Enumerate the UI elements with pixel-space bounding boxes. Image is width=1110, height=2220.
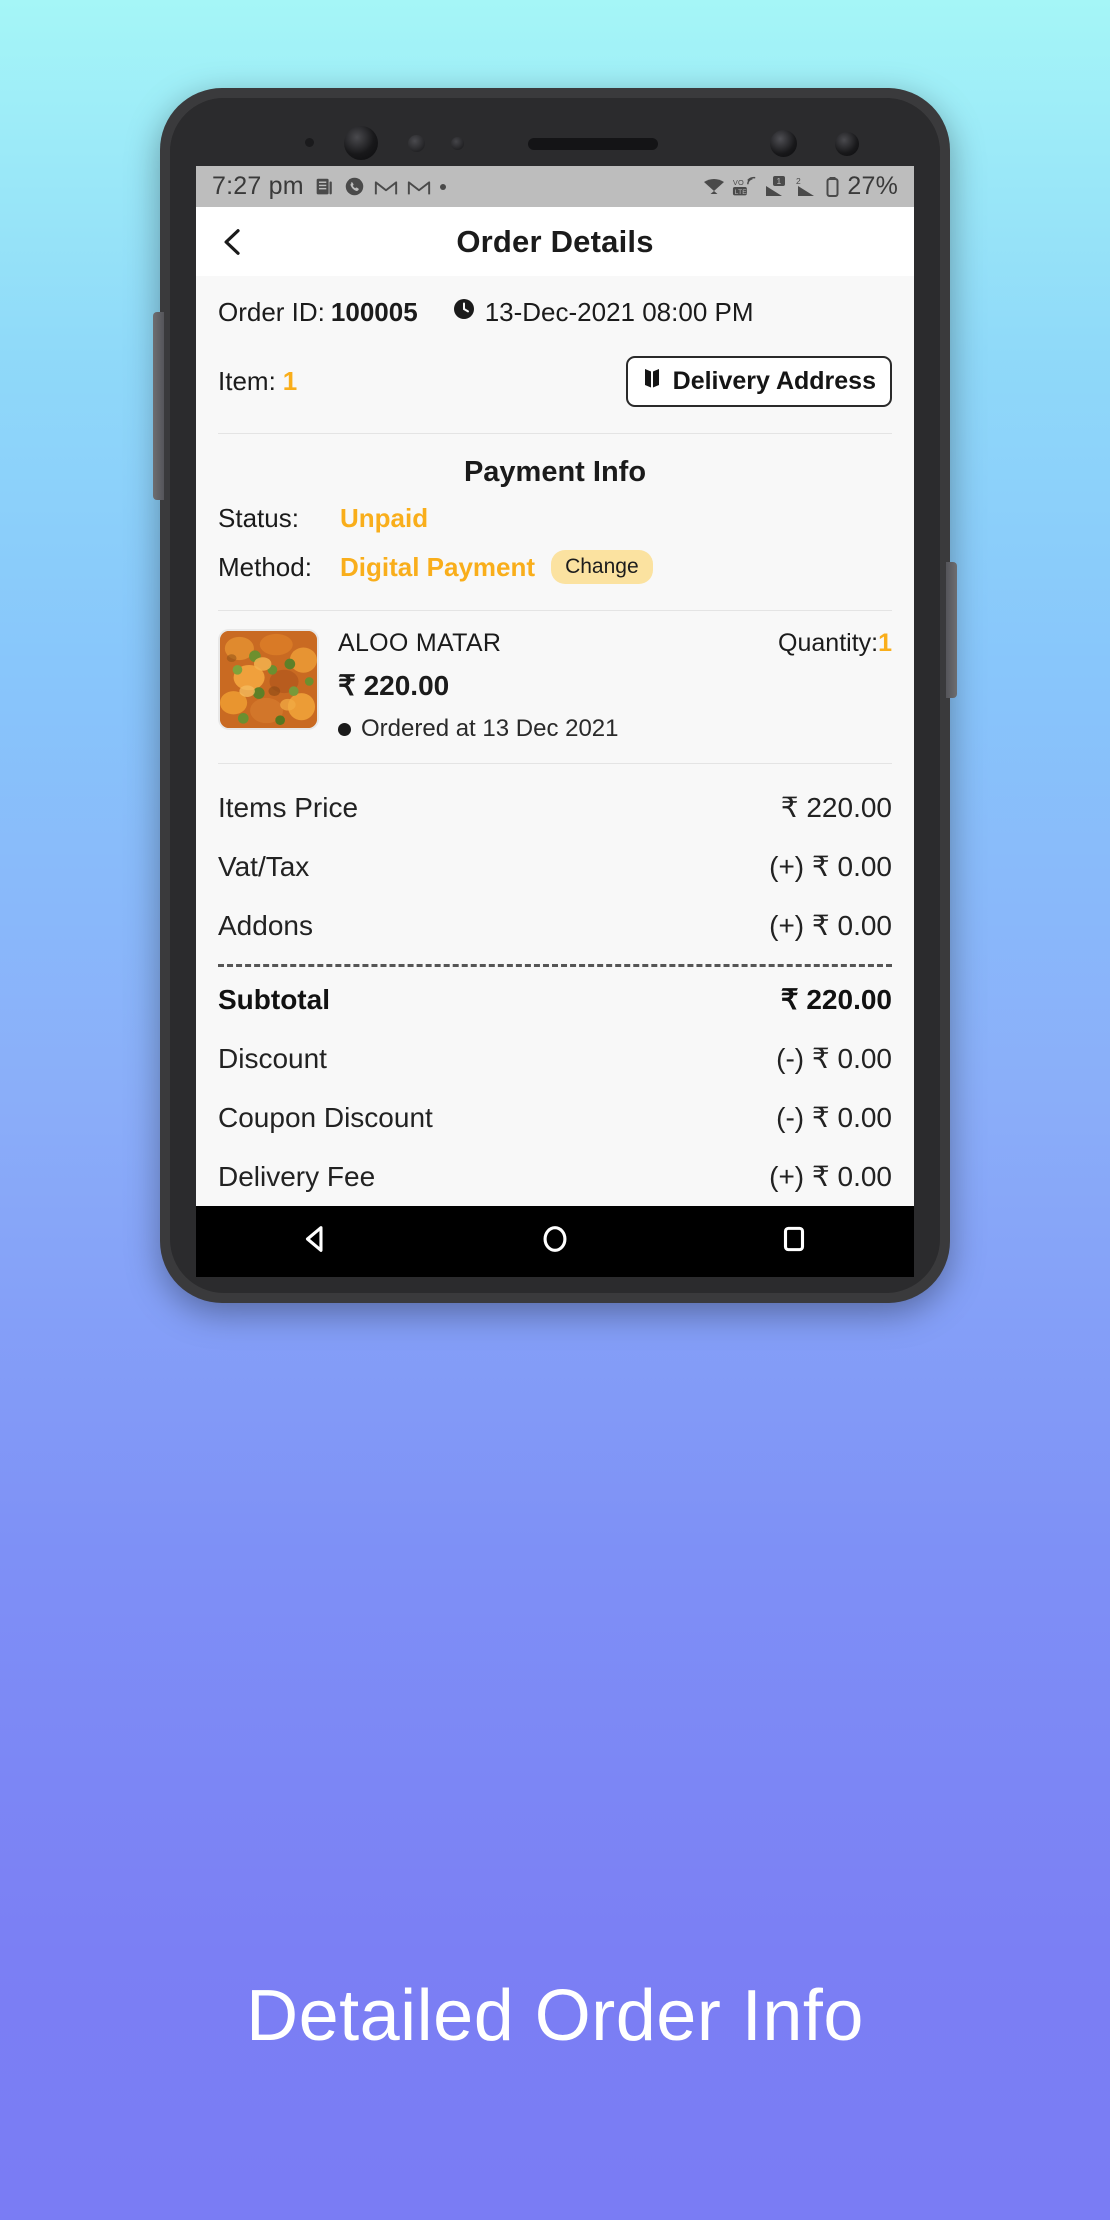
bill-row-label: Addons <box>218 909 313 941</box>
order-id-label: Order ID: <box>218 297 325 327</box>
wifi-icon <box>702 176 726 198</box>
nav-home-circle-icon[interactable] <box>538 1222 572 1261</box>
map-icon <box>642 366 662 397</box>
volume-button[interactable] <box>153 312 164 500</box>
bill-row: Addons (+) ₹ 0.00 <box>218 896 892 955</box>
payment-status-label: Status: <box>218 503 299 533</box>
svg-text:2: 2 <box>796 176 801 186</box>
bill-section: Items Price ₹ 220.00 Vat/Tax (+) ₹ 0.00 … <box>196 764 914 1206</box>
quantity-value: 1 <box>878 629 892 657</box>
payment-status-row: Status: Unpaid <box>218 495 892 542</box>
bill-row-value: (-) ₹ 0.00 <box>776 1043 892 1074</box>
bill-row-label: Coupon Discount <box>218 1101 433 1133</box>
status-bar-time: 7:27 pm <box>212 172 304 200</box>
ordered-at-label: Ordered at 13 Dec 2021 <box>361 715 619 742</box>
payment-info-title: Payment Info <box>463 456 647 488</box>
delivery-address-button[interactable]: Delivery Address <box>625 356 892 407</box>
earpiece-speaker <box>528 138 658 150</box>
bill-row-label: Delivery Fee <box>218 1160 376 1192</box>
food-item-ordered-status: Ordered at 13 Dec 2021 <box>338 715 892 743</box>
bill-row: Discount (-) ₹ 0.00 <box>218 1029 892 1088</box>
payment-status-value: Unpaid <box>340 503 429 533</box>
battery-icon <box>825 176 840 198</box>
order-id-row: Order ID: 100005 13-Dec-2021 08:00 PM <box>218 276 892 328</box>
bill-row-label: Discount <box>218 1042 327 1074</box>
subtotal-value: ₹ 220.00 <box>780 984 892 1015</box>
gmail-icon <box>407 177 431 197</box>
promo-caption: Detailed Order Info <box>246 1976 864 2056</box>
subtotal-label: Subtotal <box>218 983 330 1015</box>
food-item-price: ₹ 220.00 <box>338 670 450 701</box>
nav-back-triangle-icon[interactable] <box>299 1222 333 1261</box>
item-count-value: 1 <box>282 366 298 396</box>
app-bar: Order Details <box>196 207 914 276</box>
android-navigation-bar <box>196 1206 914 1277</box>
order-details-content: Order ID: 100005 13-Dec-2021 08:00 PM It… <box>196 276 914 1206</box>
secondary-camera-icon <box>770 130 797 157</box>
svg-text:1: 1 <box>777 176 782 186</box>
bill-row-value: (+) ₹ 0.00 <box>769 910 892 941</box>
order-datetime-label: 13-Dec-2021 08:00 PM <box>484 297 754 327</box>
quantity-label: Quantity: <box>778 629 879 657</box>
item-label: Item: <box>218 366 276 396</box>
svg-text:VO: VO <box>733 178 744 187</box>
bill-row-label: Vat/Tax <box>218 850 310 882</box>
payment-method-label: Method: <box>218 551 312 582</box>
food-thumbnail <box>218 629 319 730</box>
bill-row-label: Items Price <box>218 791 359 823</box>
sensor-dot-icon <box>305 138 314 147</box>
bill-row-value: (+) ₹ 0.00 <box>769 1161 892 1192</box>
bullet-icon <box>338 722 351 736</box>
dashed-divider <box>218 964 892 967</box>
gmail-icon <box>374 177 398 197</box>
order-summary-section: Order ID: 100005 13-Dec-2021 08:00 PM It… <box>196 276 914 433</box>
bill-row: Delivery Fee (+) ₹ 0.00 <box>218 1147 892 1206</box>
signal-sim1-icon: 1 <box>764 175 789 198</box>
front-camera-icon <box>344 126 378 160</box>
back-chevron-icon[interactable] <box>218 227 248 257</box>
clock-icon <box>452 297 476 328</box>
food-item-name: ALOO MATAR <box>338 629 502 657</box>
delivery-address-label: Delivery Address <box>672 367 876 395</box>
phone-device-frame: 7:27 pm VO LTE 1 2 27% Order Details Ord… <box>153 88 957 1303</box>
change-payment-method-button[interactable]: Change <box>551 550 653 584</box>
svg-text:LTE: LTE <box>735 188 747 195</box>
bill-row: Coupon Discount (-) ₹ 0.00 <box>218 1088 892 1147</box>
phone-screen: 7:27 pm VO LTE 1 2 27% Order Details Ord… <box>196 166 914 1206</box>
power-button[interactable] <box>946 562 957 698</box>
food-item-quantity: Quantity:1 <box>778 629 892 658</box>
order-id-value: 100005 <box>330 297 418 327</box>
ordered-item-section: ALOO MATAR Quantity:1 ₹ 220.00 Ordered a… <box>196 611 914 763</box>
food-item-row[interactable]: ALOO MATAR Quantity:1 ₹ 220.00 Ordered a… <box>218 611 892 763</box>
payment-method-value: Digital Payment <box>340 551 536 582</box>
order-datetime: 13-Dec-2021 08:00 PM <box>452 297 754 328</box>
volte-icon: VO LTE <box>732 176 758 198</box>
signal-sim2-icon: 2 <box>795 176 819 198</box>
bill-row: Vat/Tax (+) ₹ 0.00 <box>218 837 892 896</box>
proximity-sensor-icon <box>451 137 464 150</box>
battery-percent-label: 27% <box>847 172 898 200</box>
page-title: Order Details <box>456 223 654 259</box>
bill-row-value: (+) ₹ 0.00 <box>769 851 892 882</box>
nav-recents-square-icon[interactable] <box>777 1222 811 1261</box>
bill-row-value: ₹ 220.00 <box>780 792 892 823</box>
ambient-sensor-icon <box>835 132 859 156</box>
status-bar: 7:27 pm VO LTE 1 2 27% <box>196 166 914 207</box>
item-count-row: Item: 1 Delivery Address <box>218 328 892 433</box>
phone-call-icon <box>344 176 365 197</box>
phone-top-bezel <box>170 98 940 176</box>
food-item-details: ALOO MATAR Quantity:1 ₹ 220.00 Ordered a… <box>338 629 892 743</box>
bill-row: Items Price ₹ 220.00 <box>218 778 892 837</box>
more-dot-icon <box>439 183 446 190</box>
payment-method-row: Method: Digital Payment Change <box>218 542 892 592</box>
messages-icon <box>313 176 335 198</box>
bill-row-value: (-) ₹ 0.00 <box>776 1102 892 1133</box>
subtotal-row: Subtotal ₹ 220.00 <box>218 970 892 1029</box>
payment-info-section: Payment Info Status: Unpaid Method: Digi… <box>196 434 914 610</box>
sensor-icon <box>408 135 425 152</box>
